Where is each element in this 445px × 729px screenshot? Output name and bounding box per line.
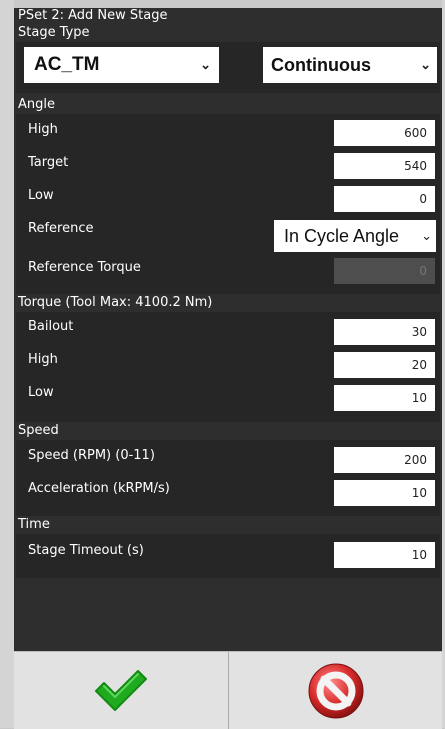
acceleration-label: Acceleration (kRPM/s): [28, 481, 170, 496]
torque-low-label: Low: [28, 385, 54, 400]
reference-torque-input: 0: [334, 258, 435, 284]
speed-header: Speed: [14, 422, 442, 440]
torque-section: Bailout 30 High 20 Low 10: [16, 312, 440, 422]
torque-low-input[interactable]: 10: [334, 385, 435, 411]
reference-torque-label: Reference Torque: [28, 260, 141, 275]
torque-header: Torque (Tool Max: 4100.2 Nm): [14, 294, 442, 312]
angle-header: Angle: [14, 96, 442, 114]
left-frame: [0, 0, 14, 728]
speed-rpm-input[interactable]: 200: [334, 447, 435, 473]
checkmark-icon: [95, 669, 147, 711]
add-stage-panel: PSet 2: Add New Stage Stage Type AC_TM ⌄…: [14, 8, 442, 651]
angle-section: High 600 Target 540 Low 0 Reference In C…: [16, 114, 440, 296]
stage-mode-select[interactable]: Continuous ⌄: [263, 47, 437, 83]
page-title: PSet 2: Add New Stage: [18, 8, 168, 23]
chevron-down-icon: ⌄: [200, 57, 211, 72]
speed-rpm-label: Speed (RPM) (0-11): [28, 448, 155, 463]
time-section: Stage Timeout (s) 10: [16, 534, 440, 578]
action-bar: [14, 651, 442, 729]
stage-mode-value: Continuous: [271, 54, 371, 75]
angle-low-input[interactable]: 0: [334, 186, 435, 212]
chevron-down-icon: ⌄: [420, 57, 431, 72]
cancel-button[interactable]: [229, 652, 443, 729]
angle-high-input[interactable]: 600: [334, 120, 435, 146]
angle-reference-label: Reference: [28, 221, 94, 236]
confirm-button[interactable]: [14, 652, 228, 729]
torque-bailout-input[interactable]: 30: [334, 319, 435, 345]
chevron-down-icon: ⌄: [421, 228, 432, 243]
angle-target-input[interactable]: 540: [334, 153, 435, 179]
torque-high-label: High: [28, 352, 58, 367]
acceleration-input[interactable]: 10: [334, 480, 435, 506]
torque-bailout-label: Bailout: [28, 319, 74, 334]
time-header: Time: [14, 516, 442, 534]
stage-type-value: AC_TM: [34, 54, 100, 75]
cancel-icon: [308, 663, 364, 718]
stage-type-section: AC_TM ⌄ Continuous ⌄: [16, 42, 440, 93]
torque-high-input[interactable]: 20: [334, 352, 435, 378]
stage-timeout-label: Stage Timeout (s): [28, 543, 144, 558]
stage-type-header: Stage Type: [14, 24, 442, 42]
angle-target-label: Target: [28, 155, 69, 170]
angle-reference-value: In Cycle Angle: [284, 225, 400, 246]
speed-section: Speed (RPM) (0-11) 200 Acceleration (kRP…: [16, 440, 440, 516]
stage-type-select[interactable]: AC_TM ⌄: [24, 47, 219, 83]
angle-reference-select[interactable]: In Cycle Angle ⌄: [274, 220, 436, 252]
stage-timeout-input[interactable]: 10: [334, 542, 435, 568]
angle-high-label: High: [28, 122, 58, 137]
angle-low-label: Low: [28, 188, 54, 203]
